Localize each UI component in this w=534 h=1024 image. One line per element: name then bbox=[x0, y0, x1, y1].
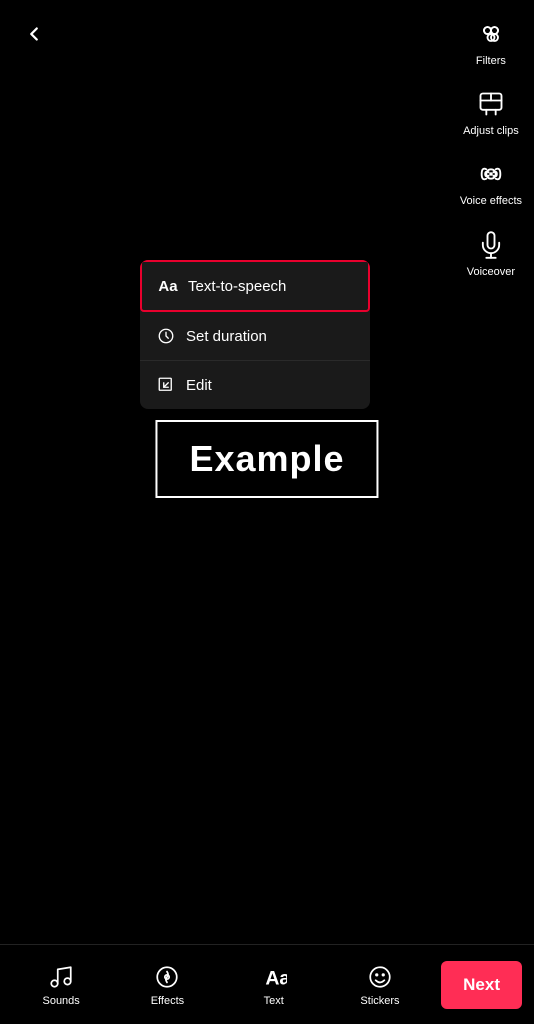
sidebar-item-voiceover[interactable]: Voiceover bbox=[461, 221, 521, 285]
set-duration-menu-item[interactable]: Set duration bbox=[140, 312, 370, 361]
context-menu: Aa Text-to-speech Set duration Edit bbox=[140, 260, 370, 409]
music-icon: ♪ bbox=[47, 963, 75, 991]
adjust-clips-label: Adjust clips bbox=[463, 125, 519, 138]
voiceover-icon bbox=[473, 227, 509, 263]
toolbar-items: ♪ Sounds Effects Aa bbox=[0, 963, 441, 1007]
text-icon: Aa bbox=[260, 963, 288, 991]
effects-icon bbox=[153, 963, 181, 991]
effects-button[interactable]: Effects bbox=[114, 963, 220, 1007]
edit-menu-item[interactable]: Edit bbox=[140, 361, 370, 409]
sidebar-item-voice-effects[interactable]: Voice effects bbox=[456, 150, 526, 214]
stickers-label: Stickers bbox=[360, 995, 399, 1007]
edit-icon bbox=[156, 375, 176, 395]
text-label: Text bbox=[264, 995, 284, 1007]
clock-icon bbox=[156, 326, 176, 346]
example-text-box: Example bbox=[155, 420, 378, 498]
filters-icon bbox=[473, 16, 509, 52]
text-to-speech-menu-item[interactable]: Aa Text-to-speech bbox=[140, 260, 370, 312]
next-button[interactable]: Next bbox=[441, 961, 522, 1009]
bottom-toolbar: ♪ Sounds Effects Aa bbox=[0, 944, 534, 1024]
sounds-button[interactable]: ♪ Sounds bbox=[8, 963, 114, 1007]
effects-label: Effects bbox=[151, 995, 184, 1007]
example-text: Example bbox=[189, 438, 344, 479]
sidebar-item-adjust-clips[interactable]: Adjust clips bbox=[459, 80, 523, 144]
adjust-clips-icon bbox=[473, 86, 509, 122]
stickers-button[interactable]: Stickers bbox=[327, 963, 433, 1007]
voice-effects-icon bbox=[473, 156, 509, 192]
svg-text:Aa: Aa bbox=[265, 967, 287, 989]
sounds-label: Sounds bbox=[42, 995, 79, 1007]
text-to-speech-label: Text-to-speech bbox=[188, 278, 286, 295]
stickers-icon bbox=[366, 963, 394, 991]
edit-label: Edit bbox=[186, 377, 212, 394]
sidebar-item-filters[interactable]: Filters bbox=[461, 10, 521, 74]
set-duration-label: Set duration bbox=[186, 328, 267, 345]
text-button[interactable]: Aa Text bbox=[221, 963, 327, 1007]
voiceover-label: Voiceover bbox=[467, 266, 515, 279]
right-sidebar: Filters Adjust clips Voice effe bbox=[456, 10, 526, 285]
back-button[interactable] bbox=[16, 16, 52, 52]
filters-label: Filters bbox=[476, 55, 506, 68]
text-to-speech-icon: Aa bbox=[158, 276, 178, 296]
voice-effects-label: Voice effects bbox=[460, 195, 522, 208]
